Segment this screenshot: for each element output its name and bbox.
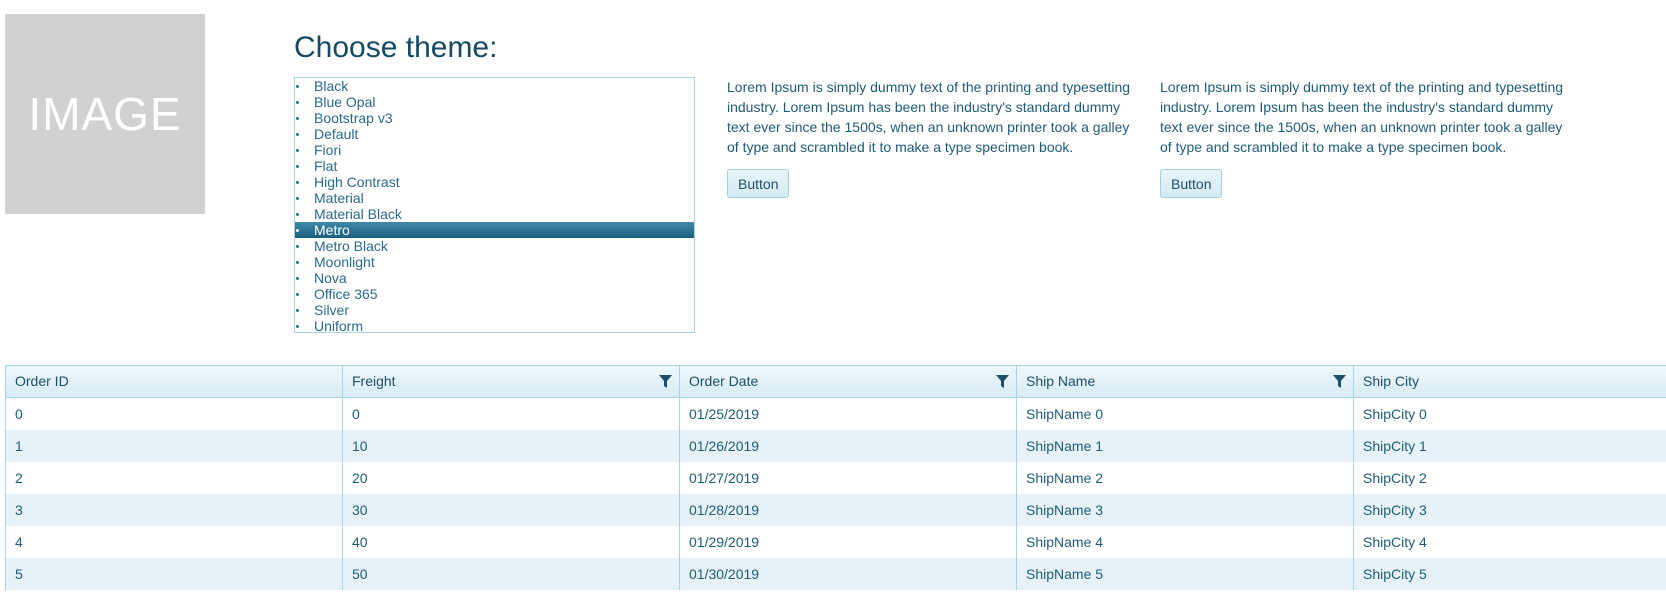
column-header-label: Order ID <box>15 373 69 389</box>
table-cell: 20 <box>343 462 680 494</box>
table-cell: ShipCity 3 <box>1363 502 1427 518</box>
table-cell: 01/29/2019 <box>680 526 1017 558</box>
content-column-1: Lorem Ipsum is simply dummy text of the … <box>727 77 1142 198</box>
lorem-text: Lorem Ipsum is simply dummy text of the … <box>1160 79 1564 155</box>
table-cell: 3 <box>6 494 343 526</box>
theme-item-default[interactable]: Default <box>295 126 694 142</box>
theme-item-fiori[interactable]: Fiori <box>295 142 694 158</box>
table-cell: 01/25/2019 <box>680 398 1017 430</box>
theme-item-high-contrast[interactable]: High Contrast <box>295 174 694 190</box>
table-cell: 4 <box>6 526 343 558</box>
filter-icon[interactable] <box>659 375 672 388</box>
theme-item-flat[interactable]: Flat <box>295 158 694 174</box>
column-header-order-date[interactable]: Order Date <box>680 366 1017 397</box>
table-cell: ShipCity 5 <box>1363 566 1427 582</box>
column-header-label: Freight <box>352 373 396 389</box>
table-cell: ShipName 5 <box>1017 558 1354 590</box>
theme-item-uniform[interactable]: Uniform <box>295 318 694 332</box>
theme-item-metro[interactable]: Metro <box>295 222 694 238</box>
column-header-ship-city[interactable]: Ship City <box>1354 366 1666 397</box>
table-cell: 2 <box>6 462 343 494</box>
page: IMAGE Choose theme: Black Blue Opal Bootst… <box>0 0 1666 596</box>
grid-header: Order ID Freight Order Date Ship Name Ship C… <box>6 366 1666 398</box>
content-column-2: Lorem Ipsum is simply dummy text of the … <box>1160 77 1575 198</box>
orders-grid: Order ID Freight Order Date Ship Name Ship C… <box>5 365 1666 590</box>
table-row[interactable]: 4 40 01/29/2019 ShipName 4 ShipCity 4 <box>6 526 1666 558</box>
content-button-2[interactable]: Button <box>1160 169 1223 198</box>
table-cell: 01/26/2019 <box>680 430 1017 462</box>
table-cell: ShipName 2 <box>1017 462 1354 494</box>
table-cell: ShipName 1 <box>1017 430 1354 462</box>
column-header-label: Ship City <box>1363 373 1420 389</box>
table-cell: 10 <box>343 430 680 462</box>
table-cell: ShipName 3 <box>1017 494 1354 526</box>
column-header-ship-name[interactable]: Ship Name <box>1017 366 1354 397</box>
table-cell: ShipCity 1 <box>1363 438 1427 454</box>
theme-item-office-365[interactable]: Office 365 <box>295 286 694 302</box>
lorem-text: Lorem Ipsum is simply dummy text of the … <box>727 79 1131 155</box>
theme-item-nova[interactable]: Nova <box>295 270 694 286</box>
theme-item-material[interactable]: Material <box>295 190 694 206</box>
column-header-label: Order Date <box>689 373 759 389</box>
theme-item-material-black[interactable]: Material Black <box>295 206 694 222</box>
table-cell: ShipCity 2 <box>1363 470 1427 486</box>
table-row[interactable]: 1 10 01/26/2019 ShipName 1 ShipCity 1 <box>6 430 1666 462</box>
content-button-1[interactable]: Button <box>727 169 790 198</box>
table-cell: ShipCity 4 <box>1363 534 1427 550</box>
table-row[interactable]: 0 0 01/25/2019 ShipName 0 ShipCity 0 <box>6 398 1666 430</box>
table-cell: 1 <box>6 430 343 462</box>
table-cell: 40 <box>343 526 680 558</box>
theme-item-blue-opal[interactable]: Blue Opal <box>295 94 694 110</box>
table-cell: 30 <box>343 494 680 526</box>
theme-item-moonlight[interactable]: Moonlight <box>295 254 694 270</box>
theme-list[interactable]: Black Blue Opal Bootstrap v3 Default Fiori Fl… <box>294 77 695 333</box>
filter-icon[interactable] <box>1333 375 1346 388</box>
table-cell: 0 <box>343 398 680 430</box>
table-cell: ShipCity 0 <box>1363 406 1427 422</box>
image-placeholder: IMAGE <box>5 14 205 214</box>
filter-icon[interactable] <box>996 375 1009 388</box>
table-cell: 0 <box>6 398 343 430</box>
table-cell: 5 <box>6 558 343 590</box>
column-header-label: Ship Name <box>1026 373 1096 389</box>
theme-item-black[interactable]: Black <box>295 78 694 94</box>
theme-title: Choose theme: <box>294 31 498 64</box>
theme-item-metro-black[interactable]: Metro Black <box>295 238 694 254</box>
table-cell: 01/27/2019 <box>680 462 1017 494</box>
table-cell: 01/28/2019 <box>680 494 1017 526</box>
table-row[interactable]: 3 30 01/28/2019 ShipName 3 ShipCity 3 <box>6 494 1666 526</box>
table-row[interactable]: 2 20 01/27/2019 ShipName 2 ShipCity 2 <box>6 462 1666 494</box>
table-cell: ShipName 0 <box>1017 398 1354 430</box>
theme-item-bootstrap-v3[interactable]: Bootstrap v3 <box>295 110 694 126</box>
table-cell: 50 <box>343 558 680 590</box>
table-cell: ShipName 4 <box>1017 526 1354 558</box>
column-header-freight[interactable]: Freight <box>343 366 680 397</box>
table-cell: 01/30/2019 <box>680 558 1017 590</box>
column-header-order-id[interactable]: Order ID <box>6 366 343 397</box>
image-placeholder-label: IMAGE <box>28 88 182 140</box>
theme-item-silver[interactable]: Silver <box>295 302 694 318</box>
table-row[interactable]: 5 50 01/30/2019 ShipName 5 ShipCity 5 <box>6 558 1666 590</box>
